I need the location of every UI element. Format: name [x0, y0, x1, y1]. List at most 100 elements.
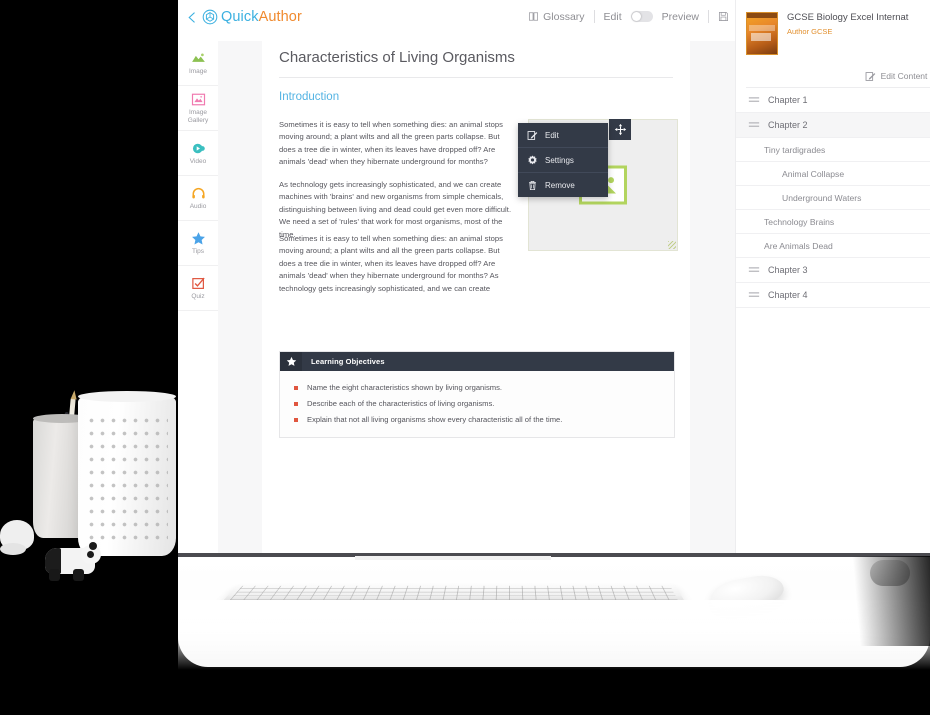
book-author: Author GCSE: [787, 27, 833, 36]
chapter-row-1[interactable]: Chapter 1: [736, 88, 930, 113]
floppy-save-icon[interactable]: [718, 11, 729, 22]
chapter-row-3[interactable]: Chapter 3: [736, 258, 930, 283]
preview-mode-label[interactable]: Preview: [662, 11, 699, 23]
learning-objectives-header: Learning Objectives: [280, 352, 674, 371]
topbar-actions: Glossary Edit Preview: [528, 10, 729, 23]
pencil-square-icon: [865, 71, 875, 81]
section-row-underground-waters[interactable]: Underground Waters: [736, 186, 930, 210]
app-logo[interactable]: QuickAuthor: [186, 9, 302, 25]
white-perforated-vase: [78, 391, 176, 556]
section-label: Technology Brains: [764, 216, 835, 227]
left-gutter: [218, 41, 263, 556]
move-arrows-icon[interactable]: [609, 119, 631, 140]
context-menu-item-settings[interactable]: Settings: [518, 148, 608, 173]
screenshot-stage: QuickAuthor Glossary Edit Preview Image …: [0, 0, 930, 715]
paragraph-1[interactable]: Sometimes it is easy to tell when someth…: [279, 119, 516, 169]
bullet-icon: [294, 401, 298, 406]
bullet-icon: [294, 385, 298, 390]
tool-video-label: Video: [189, 157, 207, 165]
context-menu-item-remove[interactable]: Remove: [518, 173, 608, 197]
video-icon: [192, 143, 205, 154]
page-title: Characteristics of Living Organisms: [279, 49, 515, 66]
gear-icon: [528, 155, 537, 164]
section-row-technology-brains[interactable]: Technology Brains: [736, 210, 930, 234]
hexagon-logo-icon: [202, 9, 218, 25]
panda-figurine: [45, 542, 101, 581]
drag-handle-icon[interactable]: [748, 291, 760, 299]
monitor-bezel: [178, 553, 930, 556]
context-menu-item-edit[interactable]: Edit: [518, 123, 608, 148]
glossary-label: Glossary: [543, 10, 585, 23]
tool-tips[interactable]: Tips: [178, 221, 218, 266]
list-item: Describe each of the characteristics of …: [280, 395, 674, 411]
list-item-label: Name the eight characteristics shown by …: [307, 382, 502, 392]
chapter-label: Chapter 2: [768, 120, 808, 130]
desk-object-blob-shadow: [0, 543, 26, 555]
chapter-label: Chapter 3: [768, 265, 808, 275]
star-icon: [280, 352, 302, 371]
content-tool-rail: Image Image Gallery Video Audio Tips Qui…: [178, 41, 219, 556]
context-menu-label: Edit: [545, 130, 559, 140]
edit-content-label: Edit Content: [880, 71, 928, 81]
tool-video[interactable]: Video: [178, 131, 218, 176]
section-row-tiny-tardigrades[interactable]: Tiny tardigrades: [736, 138, 930, 162]
tool-image[interactable]: Image: [178, 41, 218, 86]
learning-objectives-list: Name the eight characteristics shown by …: [280, 371, 674, 437]
page-canvas: Characteristics of Living Organisms Intr…: [262, 41, 690, 556]
image-icon: [191, 53, 205, 62]
tool-quiz-label: Quiz: [191, 292, 205, 300]
chapter-label: Chapter 1: [768, 95, 808, 105]
pencil-square-icon: [527, 130, 538, 140]
title-divider: [279, 77, 673, 78]
toolbar-divider: [593, 10, 595, 23]
paragraph-3[interactable]: Sometimes it is easy to tell when someth…: [279, 233, 516, 295]
section-label: Are Animals Dead: [764, 240, 833, 251]
tool-image-label: Image: [188, 67, 208, 75]
logo-text-quick: Quick: [221, 9, 259, 25]
resize-corner-icon[interactable]: [668, 241, 676, 249]
section-label: Tiny tardigrades: [764, 144, 826, 155]
section-row-are-animals-dead[interactable]: Are Animals Dead: [736, 234, 930, 258]
chevron-left-icon[interactable]: [186, 11, 199, 24]
chapter-row-2[interactable]: Chapter 2: [736, 113, 930, 138]
image-gallery-icon: [191, 93, 205, 106]
drag-handle-icon[interactable]: [748, 266, 760, 274]
trash-icon: [529, 180, 536, 190]
context-menu-label: Settings: [545, 155, 574, 165]
section-heading: Introduction: [279, 91, 340, 103]
right-gutter: [690, 41, 735, 556]
chapter-label: Chapter 4: [768, 290, 808, 300]
desk-fade: [178, 600, 930, 670]
app-topbar: QuickAuthor Glossary Edit Preview: [178, 0, 734, 42]
learning-objectives-block[interactable]: Learning Objectives Name the eight chara…: [279, 351, 675, 438]
learning-objectives-title: Learning Objectives: [311, 357, 385, 366]
list-item-label: Explain that not all living organisms sh…: [307, 414, 563, 424]
tool-audio-label: Audio: [189, 202, 207, 210]
book-header: GCSE Biology Excel Internat Author GCSE: [736, 0, 930, 55]
section-label: Animal Collapse: [782, 168, 845, 179]
section-row-animal-collapse[interactable]: Animal Collapse: [736, 162, 930, 186]
star-icon: [191, 231, 205, 245]
book-structure-panel: GCSE Biology Excel Internat Author GCSE …: [735, 0, 930, 556]
drag-handle-icon[interactable]: [748, 121, 760, 129]
tool-audio[interactable]: Audio: [178, 176, 218, 221]
chapter-row-4[interactable]: Chapter 4: [736, 283, 930, 308]
audio-headphones-icon: [191, 187, 205, 199]
list-item: Explain that not all living organisms sh…: [280, 411, 674, 427]
quiz-checkbox-icon: [191, 277, 205, 289]
app-screen: QuickAuthor Glossary Edit Preview Image …: [178, 0, 930, 556]
edit-mode-label[interactable]: Edit: [604, 11, 622, 23]
glossary-button[interactable]: Glossary: [528, 10, 585, 23]
tool-image-gallery-label: Image Gallery: [187, 109, 209, 124]
book-title: GCSE Biology Excel Internat: [787, 12, 909, 23]
tool-quiz[interactable]: Quiz: [178, 266, 218, 311]
book-cover-thumbnail[interactable]: [746, 12, 778, 55]
context-menu-label: Remove: [545, 180, 575, 190]
edit-content-button[interactable]: Edit Content: [746, 65, 930, 88]
tool-image-gallery[interactable]: Image Gallery: [178, 86, 218, 131]
paragraph-2[interactable]: As technology gets increasingly sophisti…: [279, 179, 516, 241]
bullet-icon: [294, 417, 298, 422]
edit-preview-toggle[interactable]: [630, 11, 653, 22]
toolbar-divider: [708, 10, 709, 23]
drag-handle-icon[interactable]: [748, 96, 760, 104]
